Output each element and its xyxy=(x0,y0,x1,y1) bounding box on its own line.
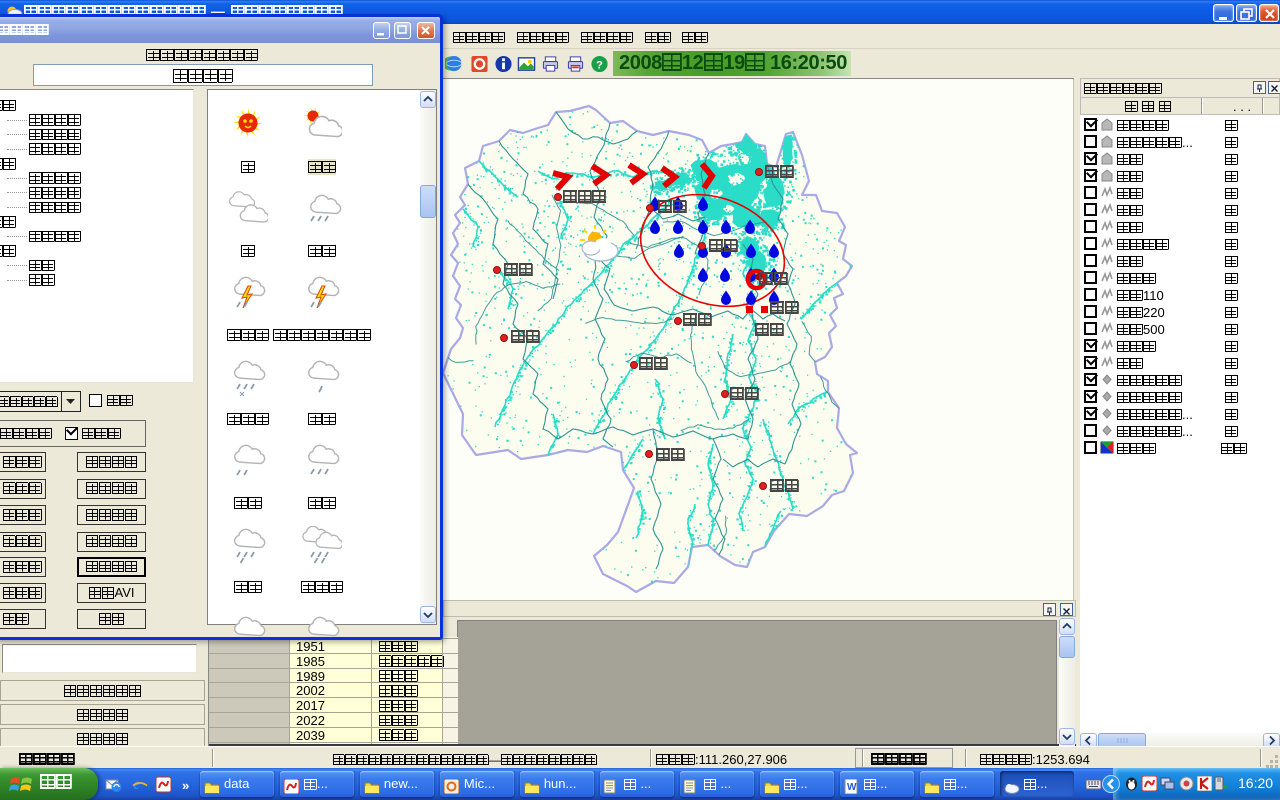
svg-text:W: W xyxy=(847,782,857,793)
svg-text:?: ? xyxy=(596,59,603,71)
